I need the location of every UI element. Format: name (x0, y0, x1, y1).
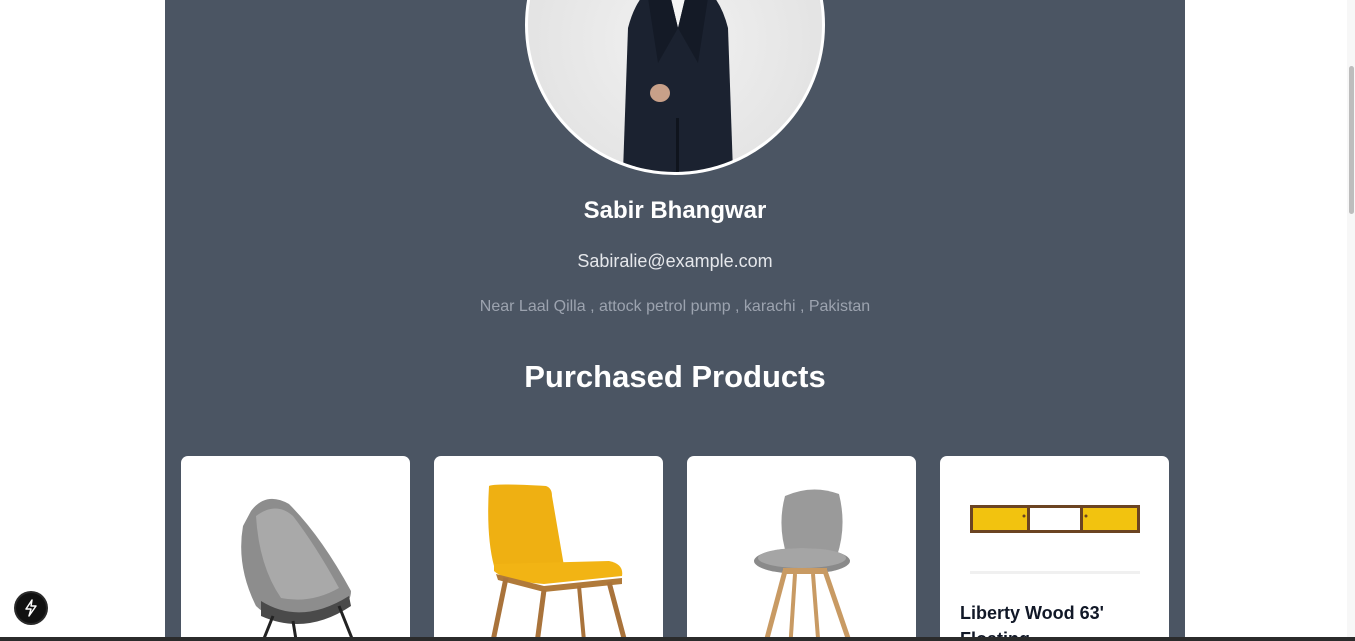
dev-tools-button[interactable] (16, 593, 46, 623)
purchased-products-heading: Purchased Products (524, 359, 826, 394)
product-card-2[interactable] (434, 456, 663, 641)
profile-panel: Sabir Bhangwar Sabiralie@example.com Nea… (165, 0, 1185, 641)
bolt-icon (25, 599, 37, 617)
product-image-4 (970, 505, 1140, 574)
profile-name: Sabir Bhangwar (583, 197, 767, 224)
scrollbar-thumb[interactable] (1349, 66, 1354, 214)
page-scrollbar[interactable] (1347, 0, 1355, 641)
profile-address: Near Laal Qilla , attock petrol pump , k… (479, 298, 871, 315)
product-image-2 (488, 484, 628, 641)
profile-avatar (525, 0, 825, 175)
product-title-4[interactable]: Liberty Wood 63' Floating (960, 600, 1150, 641)
profile-email: Sabiralie@example.com (577, 251, 773, 271)
product-card-4[interactable]: Liberty Wood 63' Floating (940, 456, 1169, 641)
product-card-1[interactable] (181, 456, 410, 641)
window-bottom-edge (0, 637, 1355, 641)
product-image-3 (754, 489, 852, 641)
product-image-1 (241, 498, 355, 641)
product-card-3[interactable] (687, 456, 916, 641)
